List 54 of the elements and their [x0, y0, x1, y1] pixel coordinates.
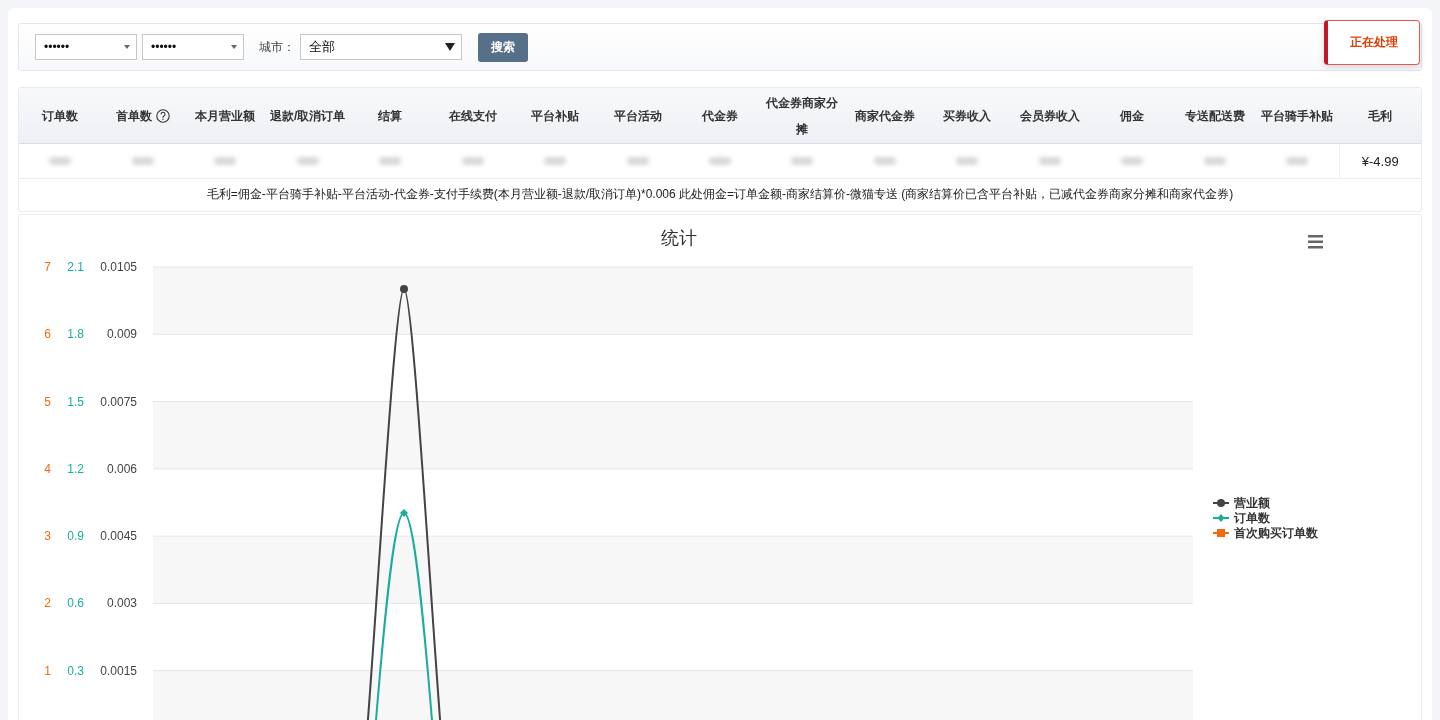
axis-tick-label: 0.0105	[100, 260, 137, 274]
legend-label[interactable]: 订单数	[1234, 511, 1270, 525]
axis-tick-label: 0.9	[67, 529, 84, 544]
city-dropdown[interactable]: 全部	[300, 34, 462, 60]
column-header: 代金券商家分摊	[765, 94, 840, 138]
column-header: 买券收入	[943, 107, 992, 125]
city-label: 城市：	[259, 38, 295, 56]
caret-icon	[231, 45, 237, 49]
column-header: 订单数	[42, 107, 79, 125]
search-button[interactable]: 搜索	[478, 32, 528, 62]
column-header: 结算	[378, 107, 403, 125]
column-header: 平台活动	[613, 107, 662, 125]
dropdown[interactable]: ••••••	[35, 34, 137, 60]
axis-tick-label: 0.006	[106, 461, 137, 476]
help-icon[interactable]	[155, 108, 170, 123]
caret-icon	[124, 45, 130, 49]
axis-tick-label: 0.009	[106, 327, 137, 342]
axis-tick-label: 0.0075	[100, 394, 137, 409]
axis-tick-label: 1	[44, 663, 51, 678]
column-header: 毛利	[1367, 107, 1392, 125]
column-header: 专送配送费	[1184, 107, 1245, 125]
column-header: 退款/取消订单	[269, 107, 346, 125]
axis-tick-label: 7	[44, 260, 51, 274]
axis-tick-label: 0.3	[67, 663, 84, 678]
column-header: 本月营业额	[195, 107, 256, 125]
formula-note: 毛利=佣金-平台骑手补贴-平台活动-代金券-支付手续费(本月营业额-退款/取消订单)*0.006 此处佣金=订单金额-商家结算价-微猫专送 (商家结算价已含平台补贴，已减代金券商家分摊和商家代金券)	[205, 186, 1235, 203]
axis-tick-label: 4	[44, 461, 51, 476]
column-header: 平台骑手补贴	[1261, 107, 1334, 125]
axis-tick-label: 2.1	[67, 260, 84, 274]
chart-title: 统计	[661, 228, 697, 248]
menu-icon[interactable]	[1308, 235, 1323, 249]
processing-button[interactable]: 正在处理	[1324, 20, 1420, 65]
column-header: 平台补贴	[531, 107, 580, 125]
axis-tick-label: 1.5	[67, 394, 84, 409]
dropdown[interactable]: ••••••	[142, 34, 244, 60]
axis-tick-label: 2	[44, 596, 51, 611]
axis-tick-label: 0.6	[67, 596, 84, 611]
column-header: 会员券收入	[1019, 107, 1080, 125]
column-header: 佣金	[1120, 107, 1145, 125]
legend-label[interactable]: 营业额	[1234, 496, 1270, 510]
axis-tick-label: 1.2	[67, 461, 84, 476]
column-header: 在线支付	[448, 107, 497, 125]
axis-tick-label: 3	[44, 529, 51, 544]
column-header: 商家代金券	[854, 107, 915, 125]
column-header: 代金券	[702, 107, 738, 125]
axis-tick-label: 0.0045	[100, 529, 137, 544]
axis-tick-label: 0.003	[106, 596, 137, 611]
legend-label[interactable]: 首次购买订单数	[1234, 526, 1318, 540]
column-header: 首单数	[115, 107, 152, 125]
caret-icon	[445, 43, 455, 51]
axis-tick-label: 5	[44, 394, 51, 409]
axis-tick-label: 6	[44, 327, 51, 342]
axis-tick-label: 0.0015	[100, 663, 137, 678]
axis-tick-label: 1.8	[67, 327, 84, 342]
